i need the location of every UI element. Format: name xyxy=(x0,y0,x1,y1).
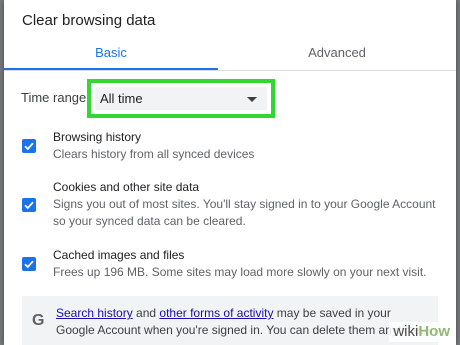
info-text: Search history and other forms of activi… xyxy=(56,305,428,339)
activity-info-box: G Search history and other forms of acti… xyxy=(22,296,438,345)
cookies-checkbox[interactable] xyxy=(22,198,36,212)
option-title: Cookies and other site data xyxy=(53,180,200,194)
tab-bar: Basic Advanced xyxy=(4,38,456,70)
tab-basic-label: Basic xyxy=(95,45,127,60)
option-title: Cached images and files xyxy=(53,248,185,262)
time-range-value: All time xyxy=(100,91,143,106)
checkmark-icon xyxy=(24,260,34,269)
time-range-label: Time range xyxy=(21,90,87,105)
info-text-part: and xyxy=(132,306,160,320)
dropdown-arrow-icon xyxy=(247,97,257,102)
tabs-divider xyxy=(4,70,456,71)
search-history-link[interactable]: Search history xyxy=(56,306,133,320)
checkmark-icon xyxy=(24,201,34,210)
option-description: Clears history from all synced devices xyxy=(53,147,255,161)
time-range-highlight: All time xyxy=(87,79,275,118)
time-range-select[interactable]: All time xyxy=(95,87,267,110)
browsing-history-checkbox[interactable] xyxy=(22,139,36,153)
option-description: Signs you out of most sites. You'll stay… xyxy=(53,197,436,228)
watermark-wiki: wiki xyxy=(393,323,419,340)
google-g-icon: G xyxy=(32,312,45,329)
tab-basic[interactable]: Basic xyxy=(4,38,218,70)
cached-images-checkbox[interactable] xyxy=(22,257,36,271)
checkmark-icon xyxy=(24,142,34,151)
watermark-how: How xyxy=(418,323,450,340)
clear-browsing-data-dialog: Clear browsing data Basic Advanced Time … xyxy=(4,0,456,345)
tab-advanced-label: Advanced xyxy=(308,45,366,60)
option-title: Browsing history xyxy=(53,130,142,144)
other-activity-link[interactable]: other forms of activity xyxy=(159,306,273,320)
option-description: Frees up 196 MB. Some sites may load mor… xyxy=(53,265,427,279)
tab-advanced[interactable]: Advanced xyxy=(218,38,456,70)
dialog-title: Clear browsing data xyxy=(22,12,156,29)
wikihow-watermark: wikiHow xyxy=(389,322,454,342)
